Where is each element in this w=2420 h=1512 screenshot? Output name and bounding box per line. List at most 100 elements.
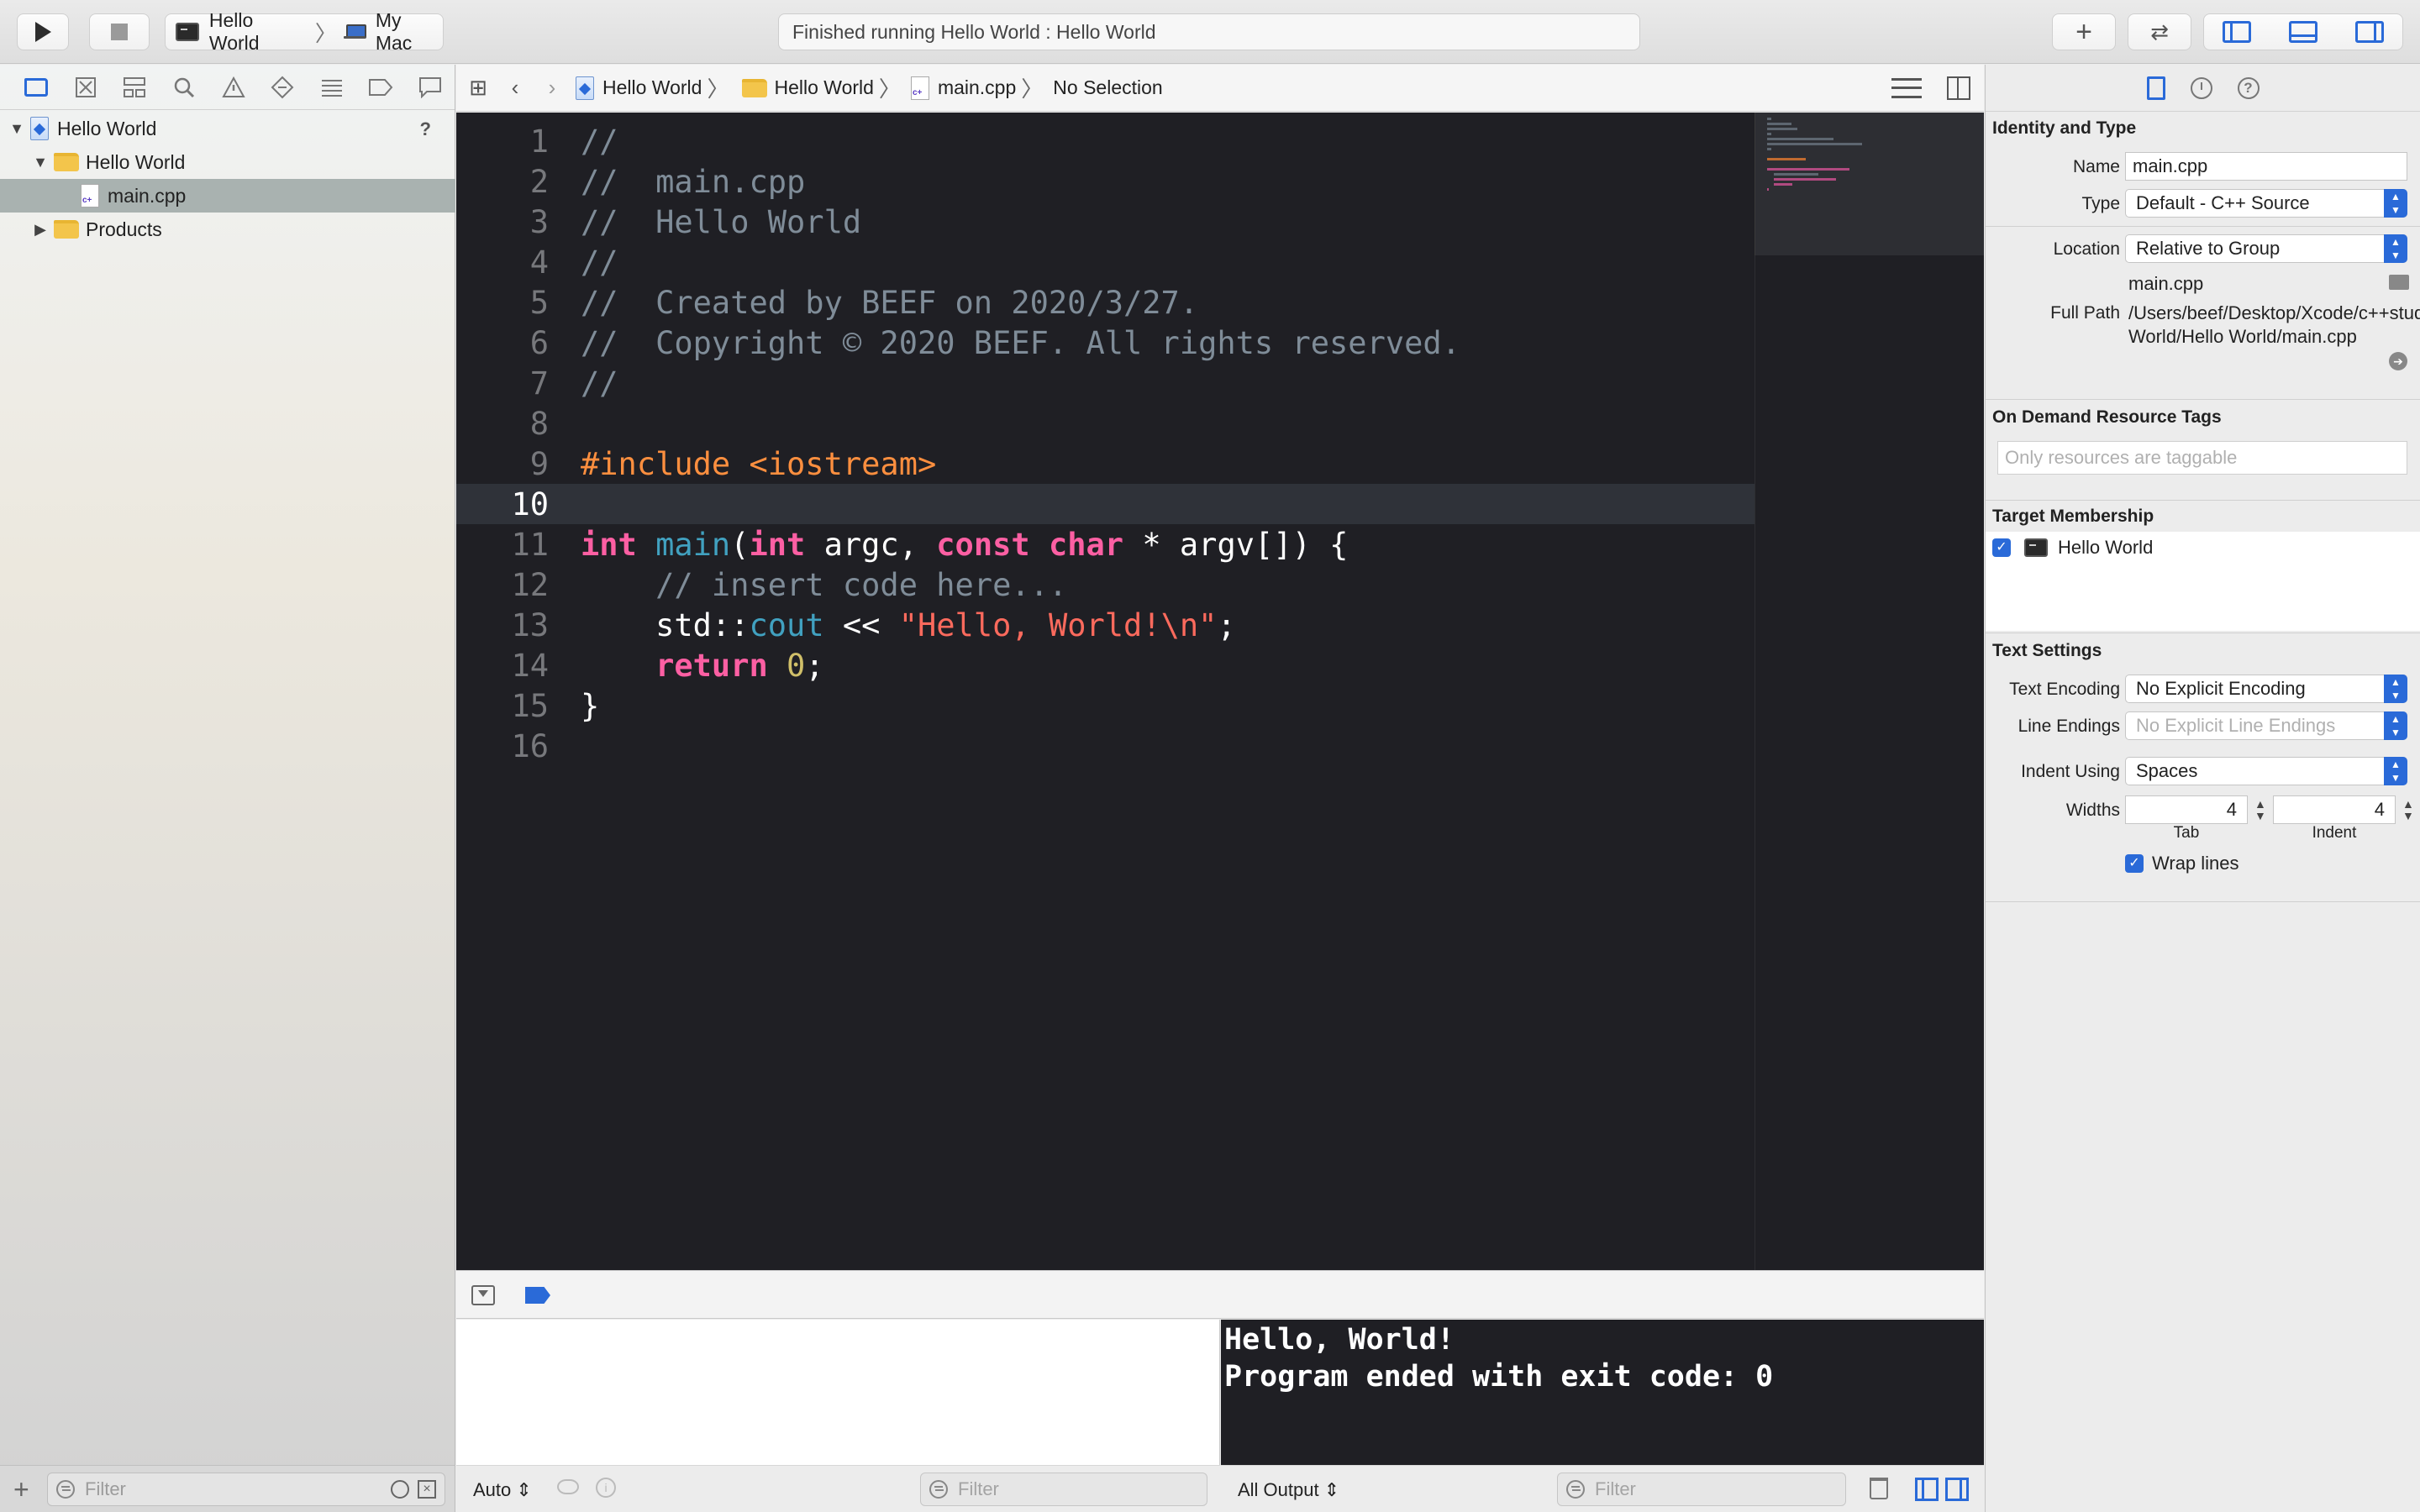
eye-icon[interactable]	[557, 1479, 579, 1494]
code-line[interactable]: 7 //	[456, 363, 1754, 403]
test-navigator-tab[interactable]	[258, 71, 308, 104]
fullpath-value: /Users/beef/Desktop/Xcode/c++study/Hello…	[2128, 302, 2420, 347]
tab-width-field[interactable]: 4	[2125, 795, 2248, 824]
type-select[interactable]: Default - C++ Source ▲ ▼	[2125, 189, 2407, 218]
library-button[interactable]: +	[2052, 13, 2116, 50]
indent-select[interactable]: Spaces ▲ ▼	[2125, 757, 2407, 785]
recent-files-icon[interactable]	[391, 1480, 409, 1499]
breadcrumb-project[interactable]: Hello World 〉	[571, 72, 734, 103]
tree-item-main-cpp[interactable]: c+ main.cpp	[0, 179, 455, 213]
breadcrumb-symbol[interactable]: No Selection	[1053, 76, 1162, 99]
code-line[interactable]: 8	[456, 403, 1754, 444]
hide-debug-area-icon[interactable]	[471, 1285, 495, 1305]
breadcrumb-group[interactable]: Hello World 〉	[739, 72, 905, 103]
tree-item-project[interactable]: ▼ Hello World	[0, 112, 455, 145]
console-view[interactable]: Hello, World! Program ended with exit co…	[1221, 1320, 1984, 1512]
source-editor[interactable]: 1 // 2 // main.cpp 3 // Hello World 4 // 5 // Cre…	[456, 113, 1984, 1270]
code-line[interactable]: 5 // Created by BEEF on 2020/3/27.	[456, 282, 1754, 323]
show-console-icon[interactable]	[1945, 1478, 1969, 1501]
code-line[interactable]: 1 //	[456, 121, 1754, 161]
disclosure-closed-icon[interactable]: ▶	[30, 221, 50, 239]
symbol-navigator-tab[interactable]	[110, 71, 160, 104]
code-line[interactable]: 6 // Copyright © 2020 BEEF. All rights re…	[456, 323, 1754, 363]
variables-filter-input[interactable]: Filter	[920, 1473, 1207, 1506]
file-inspector-icon[interactable]	[2146, 76, 2165, 100]
code-line[interactable]: 13 std::cout << "Hello, World!\n";	[456, 605, 1754, 645]
variables-scope-select[interactable]: Auto ⇕	[473, 1479, 532, 1501]
show-variables-icon[interactable]	[1915, 1478, 1939, 1501]
reveal-in-finder-icon[interactable]: ➔	[2389, 352, 2407, 370]
code-area[interactable]: 1 // 2 // main.cpp 3 // Hello World 4 // 5 // Cre…	[456, 113, 1754, 1270]
navigator-filter-input[interactable]: Filter ×	[47, 1473, 445, 1506]
debug-bar	[456, 1270, 1984, 1319]
scheme-selector[interactable]: Hello World 〉 My Mac	[165, 9, 444, 54]
help-mark: ?	[419, 118, 431, 139]
tree-item-products[interactable]: ▶ Products	[0, 213, 455, 246]
breadcrumb-file[interactable]: c+ main.cpp 〉	[910, 72, 1048, 103]
diamond-icon	[271, 76, 294, 98]
tree-item-group[interactable]: ▼ Hello World	[0, 145, 455, 179]
target-row[interactable]: ✓ Hello World	[1992, 537, 2153, 559]
code-line[interactable]: 3 // Hello World	[456, 202, 1754, 242]
terminal-app-icon	[176, 23, 199, 41]
disclosure-open-icon[interactable]: ▼	[7, 120, 27, 138]
code-line[interactable]: 15}	[456, 685, 1754, 726]
forward-arrow-icon[interactable]: ›	[534, 75, 571, 101]
history-inspector-icon[interactable]	[2190, 76, 2212, 99]
breakpoint-icon	[369, 78, 393, 96]
editor-options-icon[interactable]	[1891, 78, 1922, 98]
run-button[interactable]	[17, 13, 69, 50]
code-review-button[interactable]: ⇄	[2128, 13, 2191, 50]
trash-icon[interactable]	[1870, 1478, 1888, 1499]
project-navigator-tab[interactable]	[12, 71, 61, 104]
stop-button[interactable]	[89, 13, 150, 50]
name-field[interactable]: main.cpp	[2125, 152, 2407, 181]
chevron-right-icon: 〉	[878, 76, 901, 102]
add-file-button[interactable]: +	[13, 1474, 29, 1505]
encoding-select[interactable]: No Explicit Encoding ▲ ▼	[2125, 675, 2407, 703]
variables-view[interactable]: Auto ⇕ i Filter	[456, 1320, 1220, 1512]
stepper-icon[interactable]: ▲ ▼	[2254, 798, 2266, 822]
back-arrow-icon[interactable]: ‹	[497, 75, 534, 101]
report-navigator-tab[interactable]	[406, 71, 455, 104]
resource-tags-input[interactable]: Only resources are taggable	[1997, 441, 2407, 475]
line-endings-select[interactable]: No Explicit Line Endings ▲ ▼	[2125, 711, 2407, 740]
code-line[interactable]: 2 // main.cpp	[456, 161, 1754, 202]
checkbox-checked-icon[interactable]: ✓	[2125, 854, 2144, 873]
split-editor-icon[interactable]	[1947, 76, 1970, 100]
source-control-tab[interactable]	[61, 71, 111, 104]
location-select[interactable]: Relative to Group ▲ ▼	[2125, 234, 2407, 263]
minimap[interactable]	[1754, 113, 1984, 255]
variables-footer: Auto ⇕ i Filter	[456, 1465, 1220, 1512]
code-line[interactable]: 12 // insert code here...	[456, 564, 1754, 605]
find-navigator-tab[interactable]	[160, 71, 209, 104]
code-line[interactable]: 4 //	[456, 242, 1754, 282]
name-label: Name	[2072, 157, 2120, 176]
issue-navigator-tab[interactable]	[208, 71, 258, 104]
source-control-filter-icon[interactable]: ×	[418, 1480, 436, 1499]
code-line[interactable]: 9 #include <iostream>	[456, 444, 1754, 484]
toggle-navigator-icon[interactable]	[2223, 21, 2252, 43]
breakpoint-navigator-tab[interactable]	[356, 71, 406, 104]
info-icon[interactable]: i	[596, 1478, 616, 1498]
checkbox-checked-icon[interactable]: ✓	[1992, 538, 2011, 557]
wrap-lines-checkbox[interactable]: ✓ Wrap lines	[2125, 853, 2239, 874]
debug-navigator-tab[interactable]	[307, 71, 356, 104]
code-line[interactable]: 16	[456, 726, 1754, 766]
code-line[interactable]: 14 return 0;	[456, 645, 1754, 685]
toggle-debug-area-icon[interactable]	[2288, 21, 2317, 43]
choose-folder-icon[interactable]	[2389, 275, 2409, 290]
related-items-icon[interactable]: ⊞	[460, 75, 497, 101]
code-text: int main(int argc, const char * argv[]) …	[581, 526, 1349, 563]
console-filter-input[interactable]: Filter	[1557, 1473, 1846, 1506]
quick-help-icon[interactable]: ?	[2237, 76, 2260, 99]
disclosure-open-icon[interactable]: ▼	[30, 154, 50, 171]
stepper-icon[interactable]: ▲ ▼	[2402, 798, 2414, 822]
indent-width-field[interactable]: 4	[2273, 795, 2396, 824]
breadcrumb-label: No Selection	[1053, 76, 1163, 98]
code-line[interactable]: 11 int main(int argc, const char * argv[]…	[456, 524, 1754, 564]
toggle-inspector-icon[interactable]	[2354, 21, 2384, 43]
code-line[interactable]: 10	[456, 484, 1754, 524]
output-scope-select[interactable]: All Output ⇕	[1238, 1479, 1339, 1501]
breakpoints-toggle-icon[interactable]	[525, 1287, 550, 1304]
